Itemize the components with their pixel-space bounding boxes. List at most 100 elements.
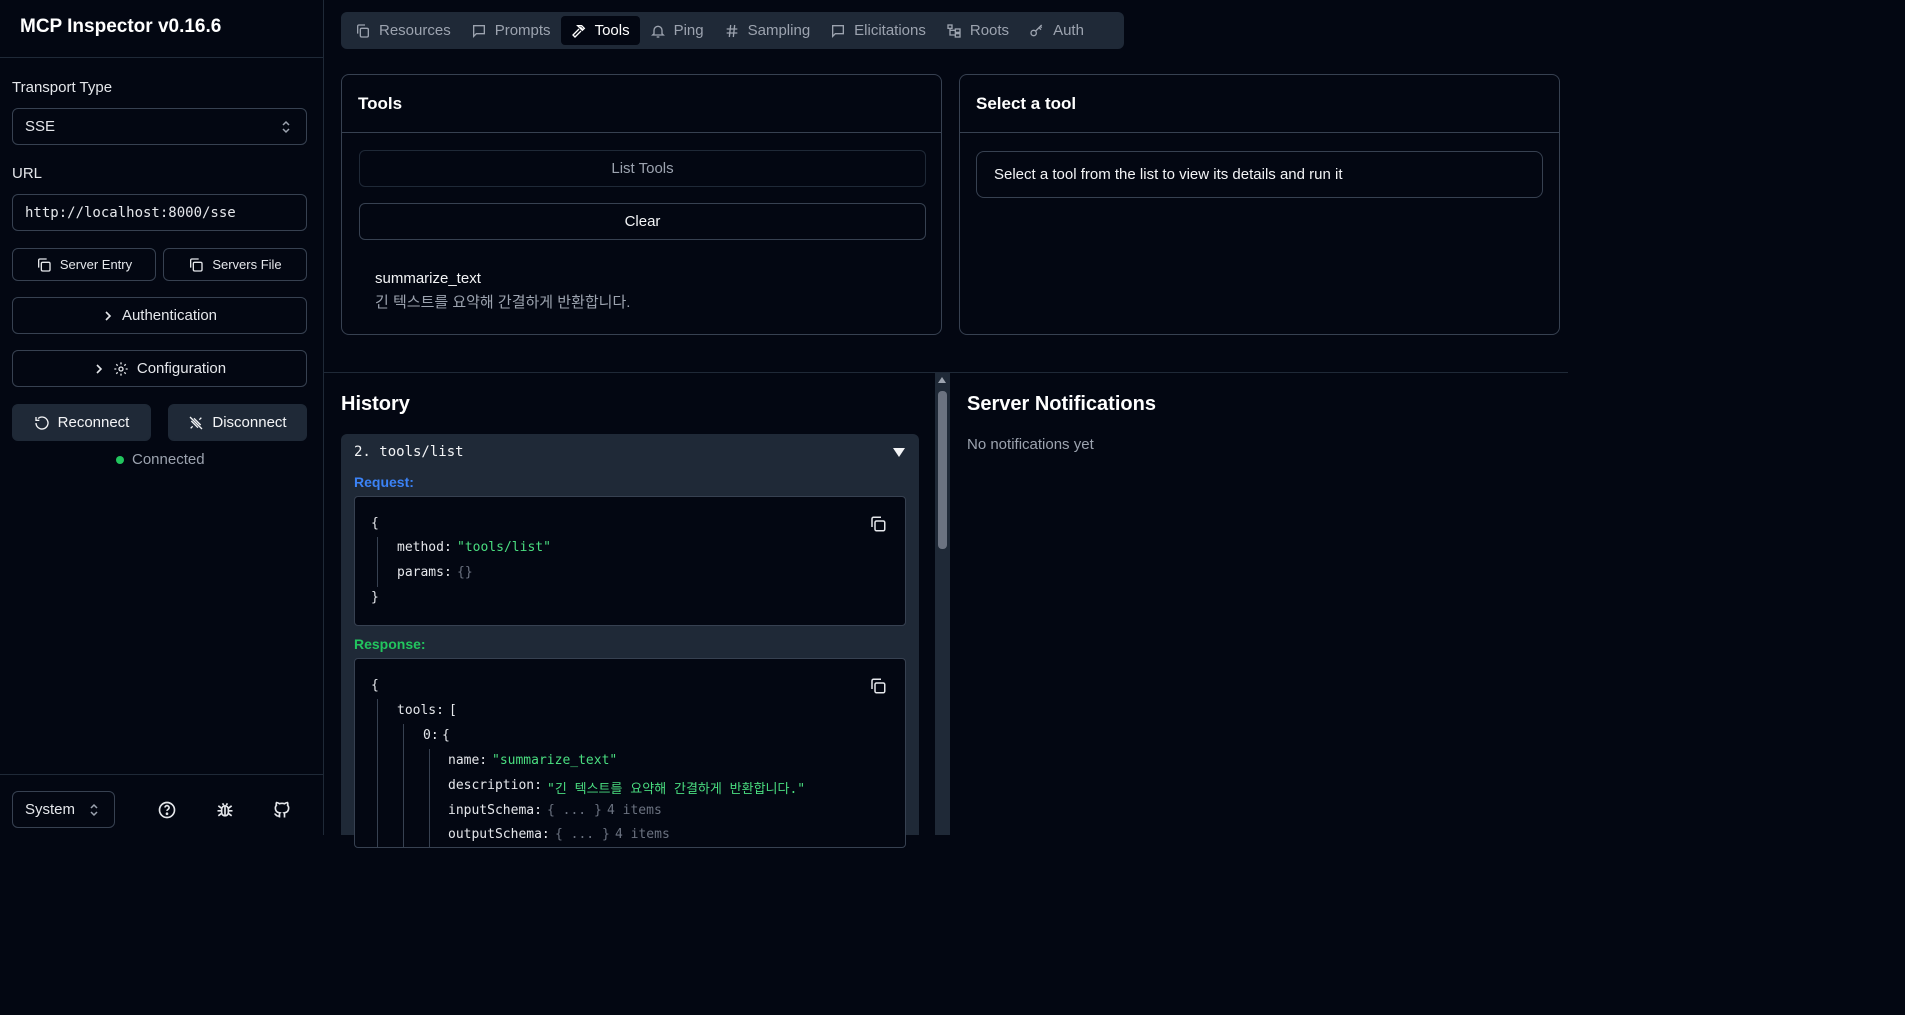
response-json: { tools: [ 0: { name: "summarize_text" d…: [354, 658, 906, 848]
chevron-up-down-icon: [88, 803, 100, 817]
transport-type-select[interactable]: SSE: [12, 108, 307, 145]
copy-icon[interactable]: [869, 677, 887, 695]
json-key: params:: [397, 565, 452, 580]
tab-auth[interactable]: Auth: [1019, 16, 1094, 45]
tab-label: Ping: [673, 22, 704, 39]
tab-roots[interactable]: Roots: [936, 16, 1019, 45]
tab-label: Prompts: [494, 22, 551, 39]
indent-guide: [377, 699, 378, 847]
select-tool-text: Select a tool from the list to view its …: [994, 166, 1343, 183]
history-scrollbar[interactable]: [935, 373, 950, 835]
hammer-icon: [571, 23, 587, 39]
json-collapsed-object[interactable]: { ... }: [555, 827, 610, 842]
server-entry-button[interactable]: Server Entry: [12, 248, 156, 281]
reconnect-button[interactable]: Reconnect: [12, 404, 151, 441]
json-string: "summarize_text": [492, 753, 618, 768]
json-item-count: 4 items: [615, 827, 670, 842]
scrollbar-thumb[interactable]: [938, 391, 947, 549]
json-key: method:: [397, 540, 452, 555]
indent-guide: [403, 724, 404, 847]
json-key: tools:: [397, 703, 444, 718]
key-icon: [1029, 23, 1045, 39]
disconnect-label: Disconnect: [212, 414, 287, 431]
triangle-down-icon[interactable]: [893, 448, 905, 457]
tab-prompts[interactable]: Prompts: [461, 16, 561, 45]
github-icon[interactable]: [272, 800, 292, 820]
help-icon[interactable]: [157, 800, 177, 820]
bell-icon: [650, 23, 666, 39]
tab-label: Roots: [969, 22, 1010, 39]
server-notifications-title: Server Notifications: [967, 393, 1156, 415]
configuration-toggle[interactable]: Configuration: [12, 350, 307, 387]
message-icon: [830, 23, 846, 39]
indent-guide: [377, 537, 378, 587]
unplug-icon: [188, 415, 204, 431]
disconnect-button[interactable]: Disconnect: [168, 404, 307, 441]
select-tool-message: Select a tool from the list to view its …: [976, 151, 1543, 198]
theme-select[interactable]: System: [12, 791, 115, 828]
scroll-up-arrow-icon[interactable]: [938, 377, 946, 383]
tab-bar: Resources Prompts Tools Ping Sampling El…: [341, 12, 1124, 49]
url-input[interactable]: http://localhost:8000/sse: [12, 194, 307, 231]
json-key: inputSchema:: [448, 803, 542, 818]
configuration-label: Configuration: [136, 360, 227, 377]
tab-label: Elicitations: [854, 22, 926, 39]
authentication-toggle[interactable]: Authentication: [12, 297, 307, 334]
servers-file-label: Servers File: [212, 257, 282, 272]
tools-panel-title: Tools: [342, 75, 941, 133]
theme-value: System: [25, 801, 76, 818]
server-entry-label: Server Entry: [59, 257, 133, 272]
tab-ping[interactable]: Ping: [640, 16, 714, 45]
json-string: "tools/list": [457, 540, 551, 555]
tools-panel: Tools List Tools Clear summarize_text 긴 …: [341, 74, 942, 335]
divider: [0, 774, 323, 775]
list-tools-button[interactable]: List Tools: [359, 150, 926, 187]
notifications-empty-text: No notifications yet: [967, 436, 1094, 453]
files-icon: [355, 23, 371, 39]
tab-tools[interactable]: Tools: [560, 16, 640, 45]
tab-sampling[interactable]: Sampling: [714, 16, 821, 45]
url-value: http://localhost:8000/sse: [25, 204, 236, 221]
json-brace: }: [371, 590, 379, 605]
sidebar: MCP Inspector v0.16.6 Transport Type SSE…: [0, 0, 324, 835]
clear-button[interactable]: Clear: [359, 203, 926, 240]
history-entry-title[interactable]: 2. tools/list: [354, 444, 464, 460]
url-label: URL: [12, 165, 43, 182]
response-label: Response:: [354, 636, 426, 652]
gear-icon: [113, 361, 129, 377]
json-item-count: 4 items: [607, 803, 662, 818]
chevron-right-icon: [102, 310, 114, 322]
tab-label: Tools: [594, 22, 630, 39]
json-brace: {: [371, 516, 379, 531]
copy-icon[interactable]: [869, 515, 887, 533]
bug-icon[interactable]: [215, 800, 235, 820]
rotate-icon: [34, 415, 50, 431]
request-json: { method: "tools/list" params: {} }: [354, 496, 906, 626]
status-text: Connected: [132, 451, 205, 468]
folder-tree-icon: [946, 23, 962, 39]
tool-details-title: Select a tool: [960, 75, 1559, 133]
json-key: outputSchema:: [448, 827, 550, 842]
tab-label: Resources: [379, 22, 451, 39]
copy-icon: [36, 257, 52, 273]
request-label: Request:: [354, 474, 414, 490]
tool-item-name[interactable]: summarize_text: [375, 270, 481, 287]
message-icon: [471, 23, 487, 39]
tab-resources[interactable]: Resources: [345, 16, 461, 45]
json-bracket: [: [449, 703, 457, 718]
status-dot: [116, 455, 124, 464]
transport-type-value: SSE: [25, 118, 56, 135]
servers-file-button[interactable]: Servers File: [163, 248, 307, 281]
tab-label: Sampling: [747, 22, 811, 39]
tab-elicitations[interactable]: Elicitations: [820, 16, 936, 45]
chevron-up-down-icon: [280, 120, 292, 134]
tool-item-description: 긴 텍스트를 요약해 간결하게 반환합니다.: [375, 294, 631, 311]
reconnect-label: Reconnect: [57, 414, 130, 431]
json-collapsed-object[interactable]: { ... }: [547, 803, 602, 818]
tab-label: Auth: [1053, 22, 1084, 39]
indent-guide: [429, 749, 430, 847]
json-key: name:: [448, 753, 488, 768]
history-entry: 2. tools/list Request: { method: "tools/…: [341, 434, 919, 848]
hash-icon: [724, 23, 740, 39]
json-brace: {: [442, 728, 450, 743]
